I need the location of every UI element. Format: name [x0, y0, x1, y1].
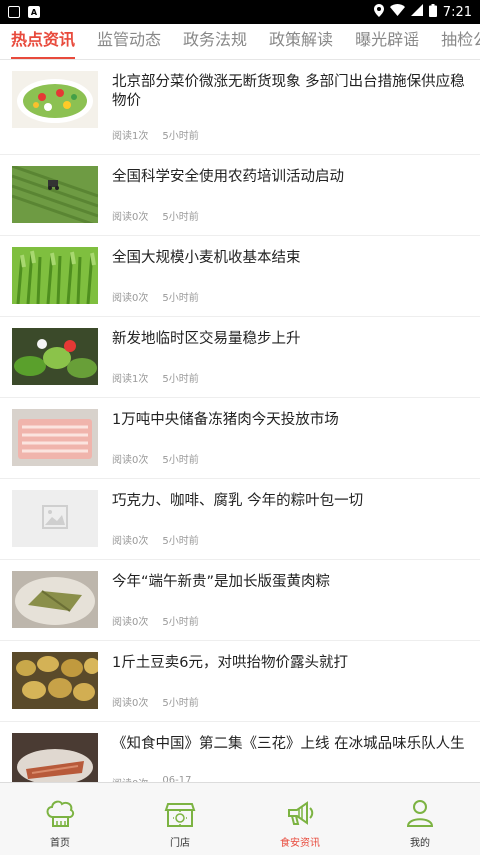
- publish-time: 5小时前: [162, 536, 199, 547]
- news-thumbnail: [12, 247, 98, 304]
- read-count: 阅读0次: [112, 212, 149, 223]
- location-icon: [373, 3, 384, 21]
- read-count: 阅读0次: [112, 536, 149, 547]
- list-item[interactable]: 全国大规模小麦机收基本结束 阅读0次 5小时前: [0, 236, 480, 317]
- read-count: 阅读0次: [112, 293, 149, 304]
- tab-policy[interactable]: 政策解读: [258, 24, 344, 59]
- news-thumbnail: [12, 733, 98, 783]
- news-thumbnail: [12, 166, 98, 223]
- news-title: 今年“端午新贵”是加长版蛋黄肉粽: [112, 574, 331, 590]
- read-count: 阅读1次: [112, 374, 149, 385]
- news-thumbnail: [12, 409, 98, 466]
- chef-hat-icon: [46, 800, 75, 827]
- list-item[interactable]: 1斤土豆卖6元，对哄抬物价露头就打 阅读0次 5小时前: [0, 641, 480, 722]
- tab-inspection[interactable]: 抽检公: [430, 24, 480, 59]
- news-thumbnail: [12, 571, 98, 628]
- nav-label: 我的: [410, 838, 430, 849]
- list-item[interactable]: 今年“端午新贵”是加长版蛋黄肉粽 阅读0次 5小时前: [0, 560, 480, 641]
- status-bar: A 7:21: [0, 0, 480, 24]
- news-title: 全国科学安全使用农药培训活动启动: [112, 169, 344, 185]
- publish-time: 5小时前: [162, 374, 199, 385]
- tab-supervision[interactable]: 监管动态: [86, 24, 172, 59]
- publish-time: 5小时前: [162, 131, 199, 142]
- publish-time: 5小时前: [162, 293, 199, 304]
- read-count: 阅读0次: [112, 455, 149, 466]
- list-item[interactable]: 《知食中国》第二集《三花》上线 在冰城品味乐队人生 阅读0次06-17: [0, 722, 480, 783]
- nav-home[interactable]: 首页: [0, 783, 120, 855]
- bottom-navigation: 首页 门店 食安资讯 我的: [0, 782, 480, 855]
- store-icon: [164, 803, 196, 827]
- user-icon: [406, 800, 434, 827]
- tab-exposure[interactable]: 曝光辟谣: [344, 24, 430, 59]
- nav-store[interactable]: 门店: [120, 783, 240, 855]
- news-thumbnail: [12, 328, 98, 385]
- nav-label: 门店: [170, 838, 190, 849]
- publish-time: 5小时前: [162, 212, 199, 223]
- megaphone-icon: [288, 801, 314, 825]
- news-title: 巧克力、咖啡、腐乳 今年的粽叶包一切: [112, 493, 364, 509]
- news-thumbnail: [12, 71, 98, 128]
- list-item[interactable]: 1万吨中央储备冻猪肉今天投放市场 阅读0次 5小时前: [0, 398, 480, 479]
- battery-icon: [428, 3, 437, 21]
- category-tabs: 热点资讯 监管动态 政务法规 政策解读 曝光辟谣 抽检公: [0, 24, 480, 60]
- list-item[interactable]: 北京部分菜价微涨无断货现象 多部门出台措施保供应稳物价 阅读1次 5小时前: [0, 60, 480, 155]
- news-title: 《知食中国》第二集《三花》上线 在冰城品味乐队人生: [112, 736, 465, 752]
- nav-profile[interactable]: 我的: [360, 783, 480, 855]
- photo-icon: [8, 6, 20, 18]
- read-count: 阅读1次: [112, 131, 149, 142]
- news-list: 北京部分菜价微涨无断货现象 多部门出台措施保供应稳物价 阅读1次 5小时前 全国科…: [0, 60, 480, 783]
- list-item[interactable]: 新发地临时区交易量稳步上升 阅读1次 5小时前: [0, 317, 480, 398]
- tab-regulations[interactable]: 政务法规: [172, 24, 258, 59]
- publish-time: 5小时前: [162, 455, 199, 466]
- news-title: 1万吨中央储备冻猪肉今天投放市场: [112, 412, 339, 428]
- news-title: 1斤土豆卖6元，对哄抬物价露头就打: [112, 655, 348, 671]
- news-thumbnail: [12, 652, 98, 709]
- signal-icon: [410, 4, 423, 20]
- clock: 7:21: [442, 4, 472, 20]
- nav-label: 食安资讯: [280, 838, 320, 849]
- list-item[interactable]: 全国科学安全使用农药培训活动启动 阅读0次 5小时前: [0, 155, 480, 236]
- publish-time: 5小时前: [162, 698, 199, 709]
- nav-label: 首页: [50, 838, 70, 849]
- nav-food-safety-news[interactable]: 食安资讯: [240, 783, 360, 855]
- read-count: 阅读0次: [112, 698, 149, 709]
- tab-hot-news[interactable]: 热点资讯: [0, 24, 86, 59]
- image-placeholder-icon: [12, 490, 98, 547]
- news-title: 全国大规模小麦机收基本结束: [112, 250, 301, 266]
- a-icon: A: [28, 6, 40, 18]
- publish-time: 5小时前: [162, 617, 199, 628]
- wifi-icon: [389, 4, 405, 20]
- read-count: 阅读0次: [112, 617, 149, 628]
- news-title: 新发地临时区交易量稳步上升: [112, 331, 301, 347]
- news-title: 北京部分菜价微涨无断货现象 多部门出台措施保供应稳物价: [112, 74, 465, 109]
- list-item[interactable]: 巧克力、咖啡、腐乳 今年的粽叶包一切 阅读0次 5小时前: [0, 479, 480, 560]
